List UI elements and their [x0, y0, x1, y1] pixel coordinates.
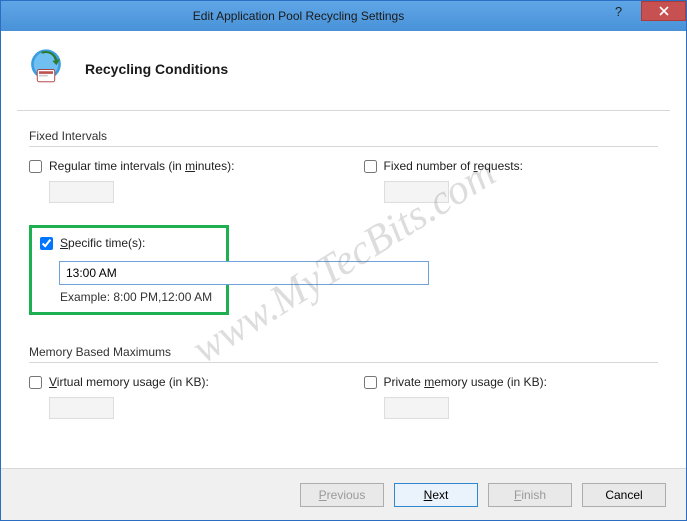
fixed-requests-checkbox[interactable] [364, 160, 377, 173]
specific-times-label: Specific time(s): [60, 236, 145, 250]
close-icon [659, 6, 669, 16]
help-button[interactable]: ? [596, 1, 641, 21]
group-fixed-intervals: Fixed Intervals Regular time intervals (… [29, 129, 658, 203]
recycle-icon [25, 45, 67, 92]
page-title: Recycling Conditions [85, 61, 228, 77]
cancel-button[interactable]: Cancel [582, 483, 666, 507]
group-title-memory: Memory Based Maximums [29, 345, 658, 363]
private-memory-input [384, 397, 449, 419]
title-bar: Edit Application Pool Recycling Settings… [1, 1, 686, 31]
group-specific-times: Specific time(s): Example: 8:00 PM,12:00… [29, 225, 658, 325]
fixed-requests-input [384, 181, 449, 203]
private-memory-checkbox[interactable] [364, 376, 377, 389]
private-memory-label: Private memory usage (in KB): [384, 375, 547, 389]
regular-intervals-checkbox[interactable] [29, 160, 42, 173]
specific-times-option[interactable]: Specific time(s): [40, 236, 216, 250]
virtual-memory-label: Virtual memory usage (in KB): [49, 375, 209, 389]
window-title: Edit Application Pool Recycling Settings [1, 9, 596, 23]
virtual-memory-checkbox[interactable] [29, 376, 42, 389]
group-title-fixed: Fixed Intervals [29, 129, 658, 147]
virtual-memory-input [49, 397, 114, 419]
regular-intervals-input [49, 181, 114, 203]
specific-times-example: Example: 8:00 PM,12:00 AM [60, 290, 216, 304]
title-controls: ? [596, 1, 686, 31]
close-button[interactable] [641, 1, 686, 21]
private-memory-option[interactable]: Private memory usage (in KB): [364, 375, 659, 389]
wizard-header: Recycling Conditions [1, 31, 686, 110]
specific-times-checkbox[interactable] [40, 237, 53, 250]
specific-times-input[interactable] [59, 261, 429, 285]
virtual-memory-option[interactable]: Virtual memory usage (in KB): [29, 375, 324, 389]
previous-button[interactable]: Previous [300, 483, 384, 507]
fixed-requests-label: Fixed number of requests: [384, 159, 523, 173]
regular-intervals-label: Regular time intervals (in minutes): [49, 159, 234, 173]
finish-button[interactable]: Finish [488, 483, 572, 507]
next-button[interactable]: Next [394, 483, 478, 507]
dialog-window: Edit Application Pool Recycling Settings… [0, 0, 687, 521]
content-area: Fixed Intervals Regular time intervals (… [1, 111, 686, 468]
wizard-footer: Previous Next Finish Cancel [1, 468, 686, 520]
regular-intervals-option[interactable]: Regular time intervals (in minutes): [29, 159, 324, 173]
group-memory-maximums: Memory Based Maximums Virtual memory usa… [29, 345, 658, 419]
fixed-requests-option[interactable]: Fixed number of requests: [364, 159, 659, 173]
